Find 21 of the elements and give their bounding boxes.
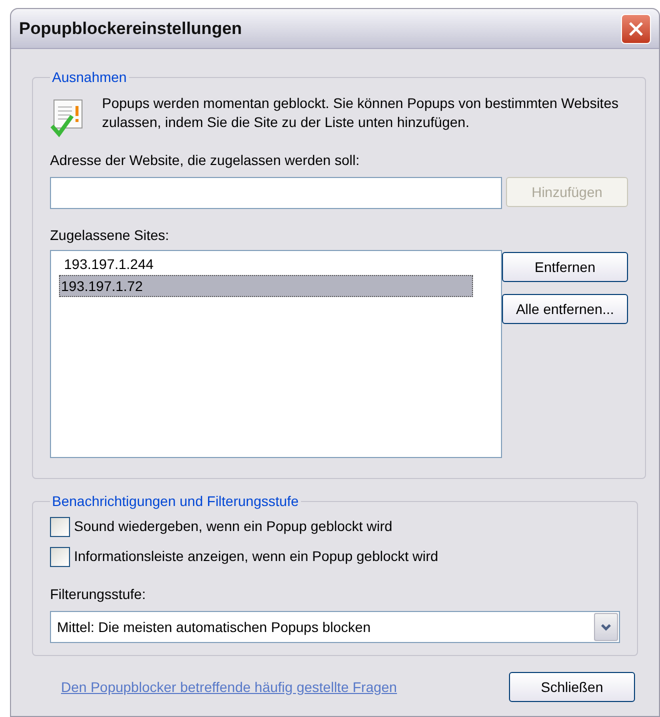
checkbox[interactable]	[50, 546, 70, 566]
site-item[interactable]: 193.197.1.72	[59, 275, 473, 297]
sites-list[interactable]: 193.197.1.244 193.197.1.72	[50, 250, 502, 458]
window-title: Popupblockereinstellungen	[19, 18, 242, 40]
sites-label: Zugelassene Sites:	[50, 226, 170, 245]
filter-label: Filterungsstufe:	[50, 585, 147, 604]
checkbox-label: Informationsleiste anzeigen, wenn ein Popup geblockt wird	[74, 547, 438, 566]
close-button[interactable]	[621, 14, 651, 44]
checkbox[interactable]	[50, 516, 70, 536]
group-legend: Benachrichtigungen und Filterungsstufe	[50, 491, 301, 512]
info-text: Popups werden momentan geblockt. Sie können Popups von bestimmten Websites zulassen, indem Sie die Site zu der Liste unten hinzufügen.	[102, 94, 620, 132]
address-label: Adresse der Website, die zugelassen werden soll:	[50, 151, 360, 170]
close-icon	[627, 20, 645, 38]
close-dialog-button[interactable]: Schließen	[509, 672, 635, 702]
checkbox-label: Sound wiedergeben, wenn ein Popup geblockt wird	[74, 517, 392, 536]
group-legend: Ausnahmen	[50, 67, 129, 88]
site-item[interactable]: 193.197.1.244	[59, 253, 473, 275]
address-field[interactable]	[50, 177, 502, 209]
filter-dropdown[interactable]: Mittel: Die meisten automatischen Popups blocken	[50, 611, 620, 643]
remove-button[interactable]: Entfernen	[502, 252, 628, 282]
remove-all-button[interactable]: Alle entfernen...	[502, 294, 628, 324]
